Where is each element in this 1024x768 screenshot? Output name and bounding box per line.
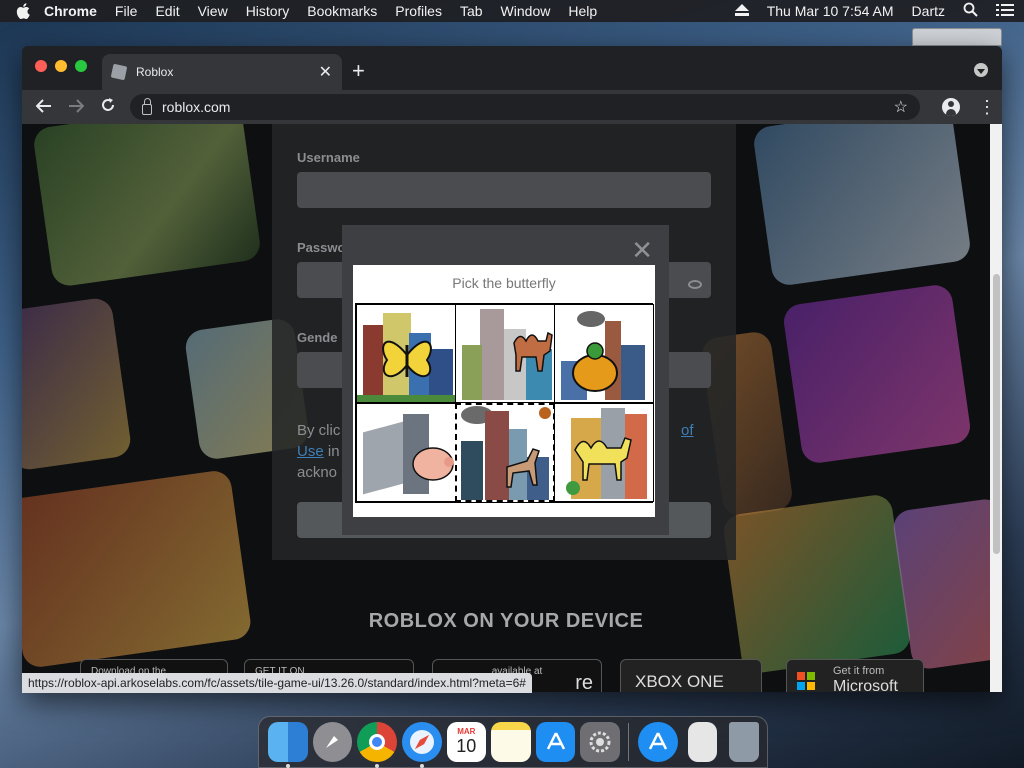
calendar-month: MAR (457, 727, 476, 736)
device-section-title: ROBLOX ON YOUR DEVICE (368, 610, 644, 632)
store-line: Get it from (833, 665, 885, 677)
bookmark-star-icon[interactable]: ☆ (894, 97, 908, 117)
app-store-icon[interactable] (535, 722, 576, 762)
captcha-tile-pig[interactable] (356, 403, 456, 502)
roblox-page: Username Passwo Gende By clic of Use in … (22, 124, 990, 692)
tab-roblox[interactable]: Roblox ✕ (102, 54, 342, 90)
microsoft-badge[interactable]: Get it from Microsoft (786, 659, 924, 692)
macos-menu-bar: Chrome File Edit View History Bookmarks … (0, 0, 1024, 22)
close-window-button[interactable] (35, 60, 47, 72)
store-line-big: re (575, 672, 593, 692)
status-bar-url: https://roblox-api.arkoselabs.com/fc/ass… (22, 673, 532, 693)
terms-of-use-link[interactable]: Use (297, 443, 324, 460)
running-indicator (375, 764, 380, 768)
menu-bookmarks[interactable]: Bookmarks (307, 3, 377, 19)
running-indicator (419, 764, 424, 768)
clock[interactable]: Thu Mar 10 7:54 AM (767, 3, 894, 19)
terms-text-end: ackno (297, 464, 338, 481)
store-line-big: Microsoft (833, 678, 898, 692)
safari-icon[interactable] (401, 722, 442, 768)
finder-icon[interactable] (268, 722, 308, 768)
terms-link[interactable]: of (681, 420, 694, 441)
menu-file[interactable]: File (115, 3, 138, 19)
captcha-tile-deer-selected[interactable] (455, 403, 555, 502)
bg-game-tile (31, 124, 263, 288)
bg-game-tile (22, 296, 133, 472)
show-password-eye-icon[interactable] (688, 280, 702, 289)
menu-profiles[interactable]: Profiles (395, 3, 442, 19)
microsoft-logo-icon (797, 672, 815, 690)
new-tab-plus-icon[interactable]: + (352, 58, 365, 84)
scrollbar-thumb[interactable] (993, 274, 1000, 554)
macos-dock: MAR 10 (258, 716, 768, 768)
dock-separator (628, 723, 629, 761)
roblox-favicon-icon (110, 63, 128, 81)
system-preferences-gear-icon[interactable] (580, 722, 620, 762)
captcha-close-icon[interactable]: ✕ (631, 235, 653, 266)
lock-icon[interactable] (142, 97, 152, 115)
address-bar[interactable]: roblox.com ☆ (130, 94, 920, 120)
eject-icon[interactable] (734, 3, 749, 19)
browser-toolbar: roblox.com ☆ ⋮ (22, 90, 1002, 124)
bg-game-tile (22, 468, 253, 670)
tab-search-chevron-icon[interactable] (974, 63, 988, 77)
back-arrow-icon[interactable] (28, 97, 60, 118)
chrome-center (369, 734, 386, 750)
tab-strip: Roblox ✕ + (22, 46, 1002, 90)
apple-menu-icon[interactable] (16, 3, 30, 19)
profile-avatar-icon[interactable] (942, 98, 960, 116)
url-text[interactable]: roblox.com (162, 99, 230, 115)
bg-game-tile (751, 124, 973, 288)
terms-text-start: By clic (297, 422, 341, 439)
launchpad-icon[interactable] (312, 722, 353, 762)
captcha-tile-camel-2[interactable] (554, 403, 654, 502)
password-label: Passwo (297, 240, 346, 255)
menu-edit[interactable]: Edit (155, 3, 179, 19)
captcha-tile-camel[interactable] (455, 304, 555, 403)
reload-icon[interactable] (92, 97, 124, 118)
file-document-icon[interactable] (687, 722, 718, 762)
username-label: Username (297, 150, 360, 165)
control-center-icon[interactable] (996, 3, 1014, 20)
captcha-modal: ✕ Pick the butterfly (342, 225, 669, 535)
xbox-label: XBOX ONE (635, 672, 724, 691)
page-scrollbar[interactable] (990, 124, 1002, 692)
app-store-download-icon[interactable] (637, 722, 678, 762)
zoom-window-button[interactable] (75, 60, 87, 72)
spotlight-search-icon[interactable] (963, 2, 978, 20)
gender-label: Gende (297, 330, 338, 345)
notes-icon[interactable] (491, 722, 531, 762)
bg-game-tile (781, 282, 973, 466)
captcha-tile-butterfly[interactable] (356, 304, 456, 403)
trash-icon[interactable] (729, 722, 760, 762)
menu-history[interactable]: History (246, 3, 290, 19)
captcha-grid (355, 303, 654, 503)
chrome-window: Roblox ✕ + roblox.com ☆ ⋮ Username Passw… (22, 46, 1002, 692)
menu-view[interactable]: View (198, 3, 228, 19)
captcha-prompt: Pick the butterfly (452, 275, 556, 291)
calendar-day: 10 (456, 736, 477, 756)
menu-help[interactable]: Help (568, 3, 597, 19)
tab-title: Roblox (136, 65, 174, 79)
forward-arrow-icon[interactable] (60, 97, 92, 118)
menu-app-chrome[interactable]: Chrome (44, 3, 97, 19)
background-window-thumbnail[interactable] (912, 28, 1002, 46)
captcha-panel: Pick the butterfly (353, 265, 655, 517)
xbox-badge[interactable]: XBOX ONE (620, 659, 762, 692)
bg-game-tile (721, 492, 913, 676)
captcha-tile-turtle[interactable] (554, 304, 654, 403)
username-field[interactable] (297, 172, 711, 208)
running-indicator (286, 764, 290, 768)
menu-tab[interactable]: Tab (460, 3, 483, 19)
user-name[interactable]: Dartz (912, 3, 945, 19)
calendar-icon[interactable]: MAR 10 (446, 722, 487, 762)
menu-window[interactable]: Window (501, 3, 551, 19)
chrome-menu-kebab-icon[interactable]: ⋮ (978, 97, 996, 118)
chrome-icon[interactable] (357, 722, 397, 768)
minimize-window-button[interactable] (55, 60, 67, 72)
tab-close-icon[interactable]: ✕ (319, 62, 332, 82)
terms-text-mid: in (327, 443, 340, 460)
